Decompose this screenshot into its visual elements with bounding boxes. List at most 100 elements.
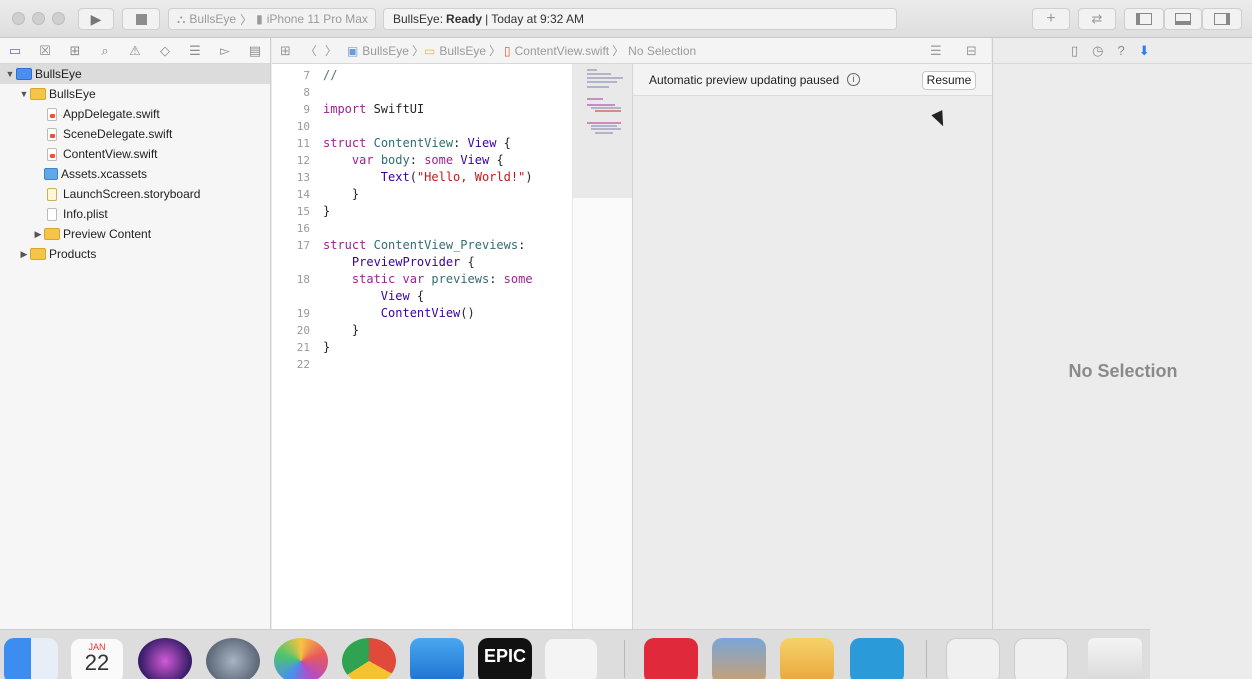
disclosure-collapsed-icon[interactable]: ▶ bbox=[32, 229, 44, 240]
warning-icon[interactable]: ⚠ bbox=[126, 43, 144, 59]
unity-icon[interactable] bbox=[544, 638, 598, 679]
code-line[interactable]: 16 bbox=[272, 220, 572, 237]
siri-icon[interactable] bbox=[138, 638, 192, 679]
editor-options-icon[interactable]: ☰ bbox=[930, 43, 942, 59]
related-items-icon[interactable]: ⊞ bbox=[280, 43, 291, 59]
help-icon[interactable]: ? bbox=[1118, 43, 1125, 58]
toggle-debug-area-button[interactable] bbox=[1164, 8, 1202, 30]
app-icon: ⛬ bbox=[177, 11, 186, 26]
crumb-project[interactable]: BullsEye bbox=[362, 44, 409, 58]
library-button[interactable]: + bbox=[1032, 8, 1070, 30]
tree-item[interactable]: ▼ BullsEye bbox=[0, 64, 270, 84]
attributes-inspector-icon[interactable]: ⬇ bbox=[1139, 43, 1150, 59]
file-inspector-icon[interactable]: ▯ bbox=[1071, 43, 1078, 59]
netease-music-icon[interactable] bbox=[644, 638, 698, 679]
trash-icon[interactable] bbox=[1088, 638, 1142, 679]
photos-icon[interactable] bbox=[274, 638, 328, 679]
code-line[interactable]: 17 struct ContentView_Previews: bbox=[272, 237, 572, 254]
preview-app-icon[interactable] bbox=[712, 638, 766, 679]
add-editor-icon[interactable]: ⊟ bbox=[966, 43, 977, 59]
code-text: import SwiftUI bbox=[323, 102, 425, 116]
tree-item[interactable]: LaunchScreen.storyboard bbox=[0, 184, 270, 204]
finder-icon[interactable] bbox=[4, 638, 58, 679]
code-line[interactable]: 7 // bbox=[272, 67, 572, 84]
crumb-file[interactable]: ContentView.swift bbox=[515, 44, 610, 58]
forward-chevron-icon[interactable]: 〉 bbox=[325, 42, 337, 59]
report-icon[interactable]: ▤ bbox=[246, 43, 264, 59]
code-line[interactable]: 8 bbox=[272, 84, 572, 101]
zoom-window-button[interactable] bbox=[52, 12, 65, 25]
tree-item[interactable]: AppDelegate.swift bbox=[0, 104, 270, 124]
tree-item[interactable]: Assets.xcassets bbox=[0, 164, 270, 184]
tree-item[interactable]: Info.plist bbox=[0, 204, 270, 224]
crumb-selection[interactable]: No Selection bbox=[628, 44, 696, 58]
code-line[interactable]: 13 Text("Hello, World!") bbox=[272, 169, 572, 186]
code-line[interactable]: 10 bbox=[272, 118, 572, 135]
screenflow-icon[interactable] bbox=[850, 638, 904, 679]
code-line[interactable]: 22 bbox=[272, 356, 572, 373]
document-thumbnail-icon[interactable] bbox=[946, 638, 1000, 679]
tree-item[interactable]: SceneDelegate.swift bbox=[0, 124, 270, 144]
launchpad-icon[interactable] bbox=[206, 638, 260, 679]
crumb-group[interactable]: BullsEye bbox=[439, 44, 486, 58]
epic-games-icon[interactable]: EPIC bbox=[478, 638, 532, 679]
code-text: static var previews: some bbox=[351, 272, 533, 286]
line-number: 10 bbox=[296, 120, 310, 133]
code-line[interactable]: 9 import SwiftUI bbox=[272, 101, 572, 118]
phone-icon: ▮ bbox=[256, 12, 263, 26]
pages-icon[interactable] bbox=[780, 638, 834, 679]
code-line[interactable]: 18 static var previews: some bbox=[272, 271, 572, 288]
disclosure-expanded-icon[interactable]: ▼ bbox=[4, 69, 16, 79]
swift-file-icon: ▯ bbox=[504, 43, 511, 58]
scheme-selector[interactable]: ⛬ BullsEye 〉 ▮ iPhone 11 Pro Max bbox=[168, 8, 376, 30]
code-editor[interactable]: 7 // 8 9 import SwiftUI 10 11 struct ContentVie… bbox=[272, 64, 572, 629]
preview-paused-message: Automatic preview updating paused bbox=[649, 73, 840, 87]
tree-item[interactable]: ContentView.swift bbox=[0, 144, 270, 164]
disclosure-expanded-icon[interactable]: ▼ bbox=[18, 89, 30, 99]
test-icon[interactable]: ◇ bbox=[156, 43, 174, 59]
code-line[interactable]: 19 ContentView() bbox=[272, 305, 572, 322]
folder-icon[interactable]: ▭ bbox=[6, 43, 24, 59]
tree-item[interactable]: ▶ Preview Content bbox=[0, 224, 270, 244]
search-icon[interactable]: ⌕ bbox=[96, 43, 114, 59]
history-icon[interactable]: ◷ bbox=[1092, 43, 1103, 59]
code-review-button[interactable]: ⇄ bbox=[1078, 8, 1116, 30]
stop-button[interactable] bbox=[122, 8, 160, 30]
code-line[interactable]: 20 } bbox=[272, 322, 572, 339]
code-line[interactable]: View { bbox=[272, 288, 572, 305]
tree-item-label: SceneDelegate.swift bbox=[63, 127, 173, 141]
dock: JAN 22 EPIC bbox=[0, 629, 1150, 679]
calendar-icon[interactable]: JAN 22 bbox=[70, 638, 124, 679]
info-icon[interactable]: i bbox=[847, 73, 860, 86]
code-text: } bbox=[323, 340, 331, 354]
code-line[interactable]: 15} bbox=[272, 203, 572, 220]
code-line[interactable]: 21} bbox=[272, 339, 572, 356]
minimap-viewport[interactable] bbox=[573, 64, 633, 198]
code-text: struct ContentView_Previews: bbox=[323, 238, 526, 252]
code-line[interactable]: PreviewProvider { bbox=[272, 254, 572, 271]
run-button[interactable]: ▶ bbox=[78, 8, 114, 30]
tree-item[interactable]: ▼ BullsEye bbox=[0, 84, 270, 104]
minimize-window-button[interactable] bbox=[32, 12, 45, 25]
code-line[interactable]: 12 var body: some View { bbox=[272, 152, 572, 169]
chevron-right-icon: 〉 bbox=[489, 44, 502, 58]
inspector-pane: ▯ ◷ ? ⬇ No Selection bbox=[992, 38, 1252, 629]
toggle-inspector-button[interactable] bbox=[1202, 8, 1242, 30]
toggle-navigator-button[interactable] bbox=[1124, 8, 1164, 30]
back-chevron-icon[interactable]: 〈 bbox=[305, 42, 317, 59]
code-line[interactable]: 14 } bbox=[272, 186, 572, 203]
symbol-icon[interactable]: ⊞ bbox=[66, 43, 84, 59]
minimap[interactable] bbox=[572, 64, 633, 629]
debug-icon[interactable]: ☰ bbox=[186, 43, 204, 59]
chrome-icon[interactable] bbox=[342, 638, 396, 679]
project-icon: ▣ bbox=[346, 43, 359, 58]
disclosure-collapsed-icon[interactable]: ▶ bbox=[18, 249, 30, 260]
xcode-icon[interactable] bbox=[410, 638, 464, 679]
source-control-icon[interactable]: ☒ bbox=[36, 43, 54, 59]
resume-button[interactable]: Resume bbox=[922, 71, 976, 90]
code-line[interactable]: 11 struct ContentView: View { bbox=[272, 135, 572, 152]
tree-item[interactable]: ▶ Products bbox=[0, 244, 270, 264]
document-thumbnail-icon[interactable] bbox=[1014, 638, 1068, 679]
close-window-button[interactable] bbox=[12, 12, 25, 25]
breakpoint-icon[interactable]: ▻ bbox=[216, 43, 234, 59]
